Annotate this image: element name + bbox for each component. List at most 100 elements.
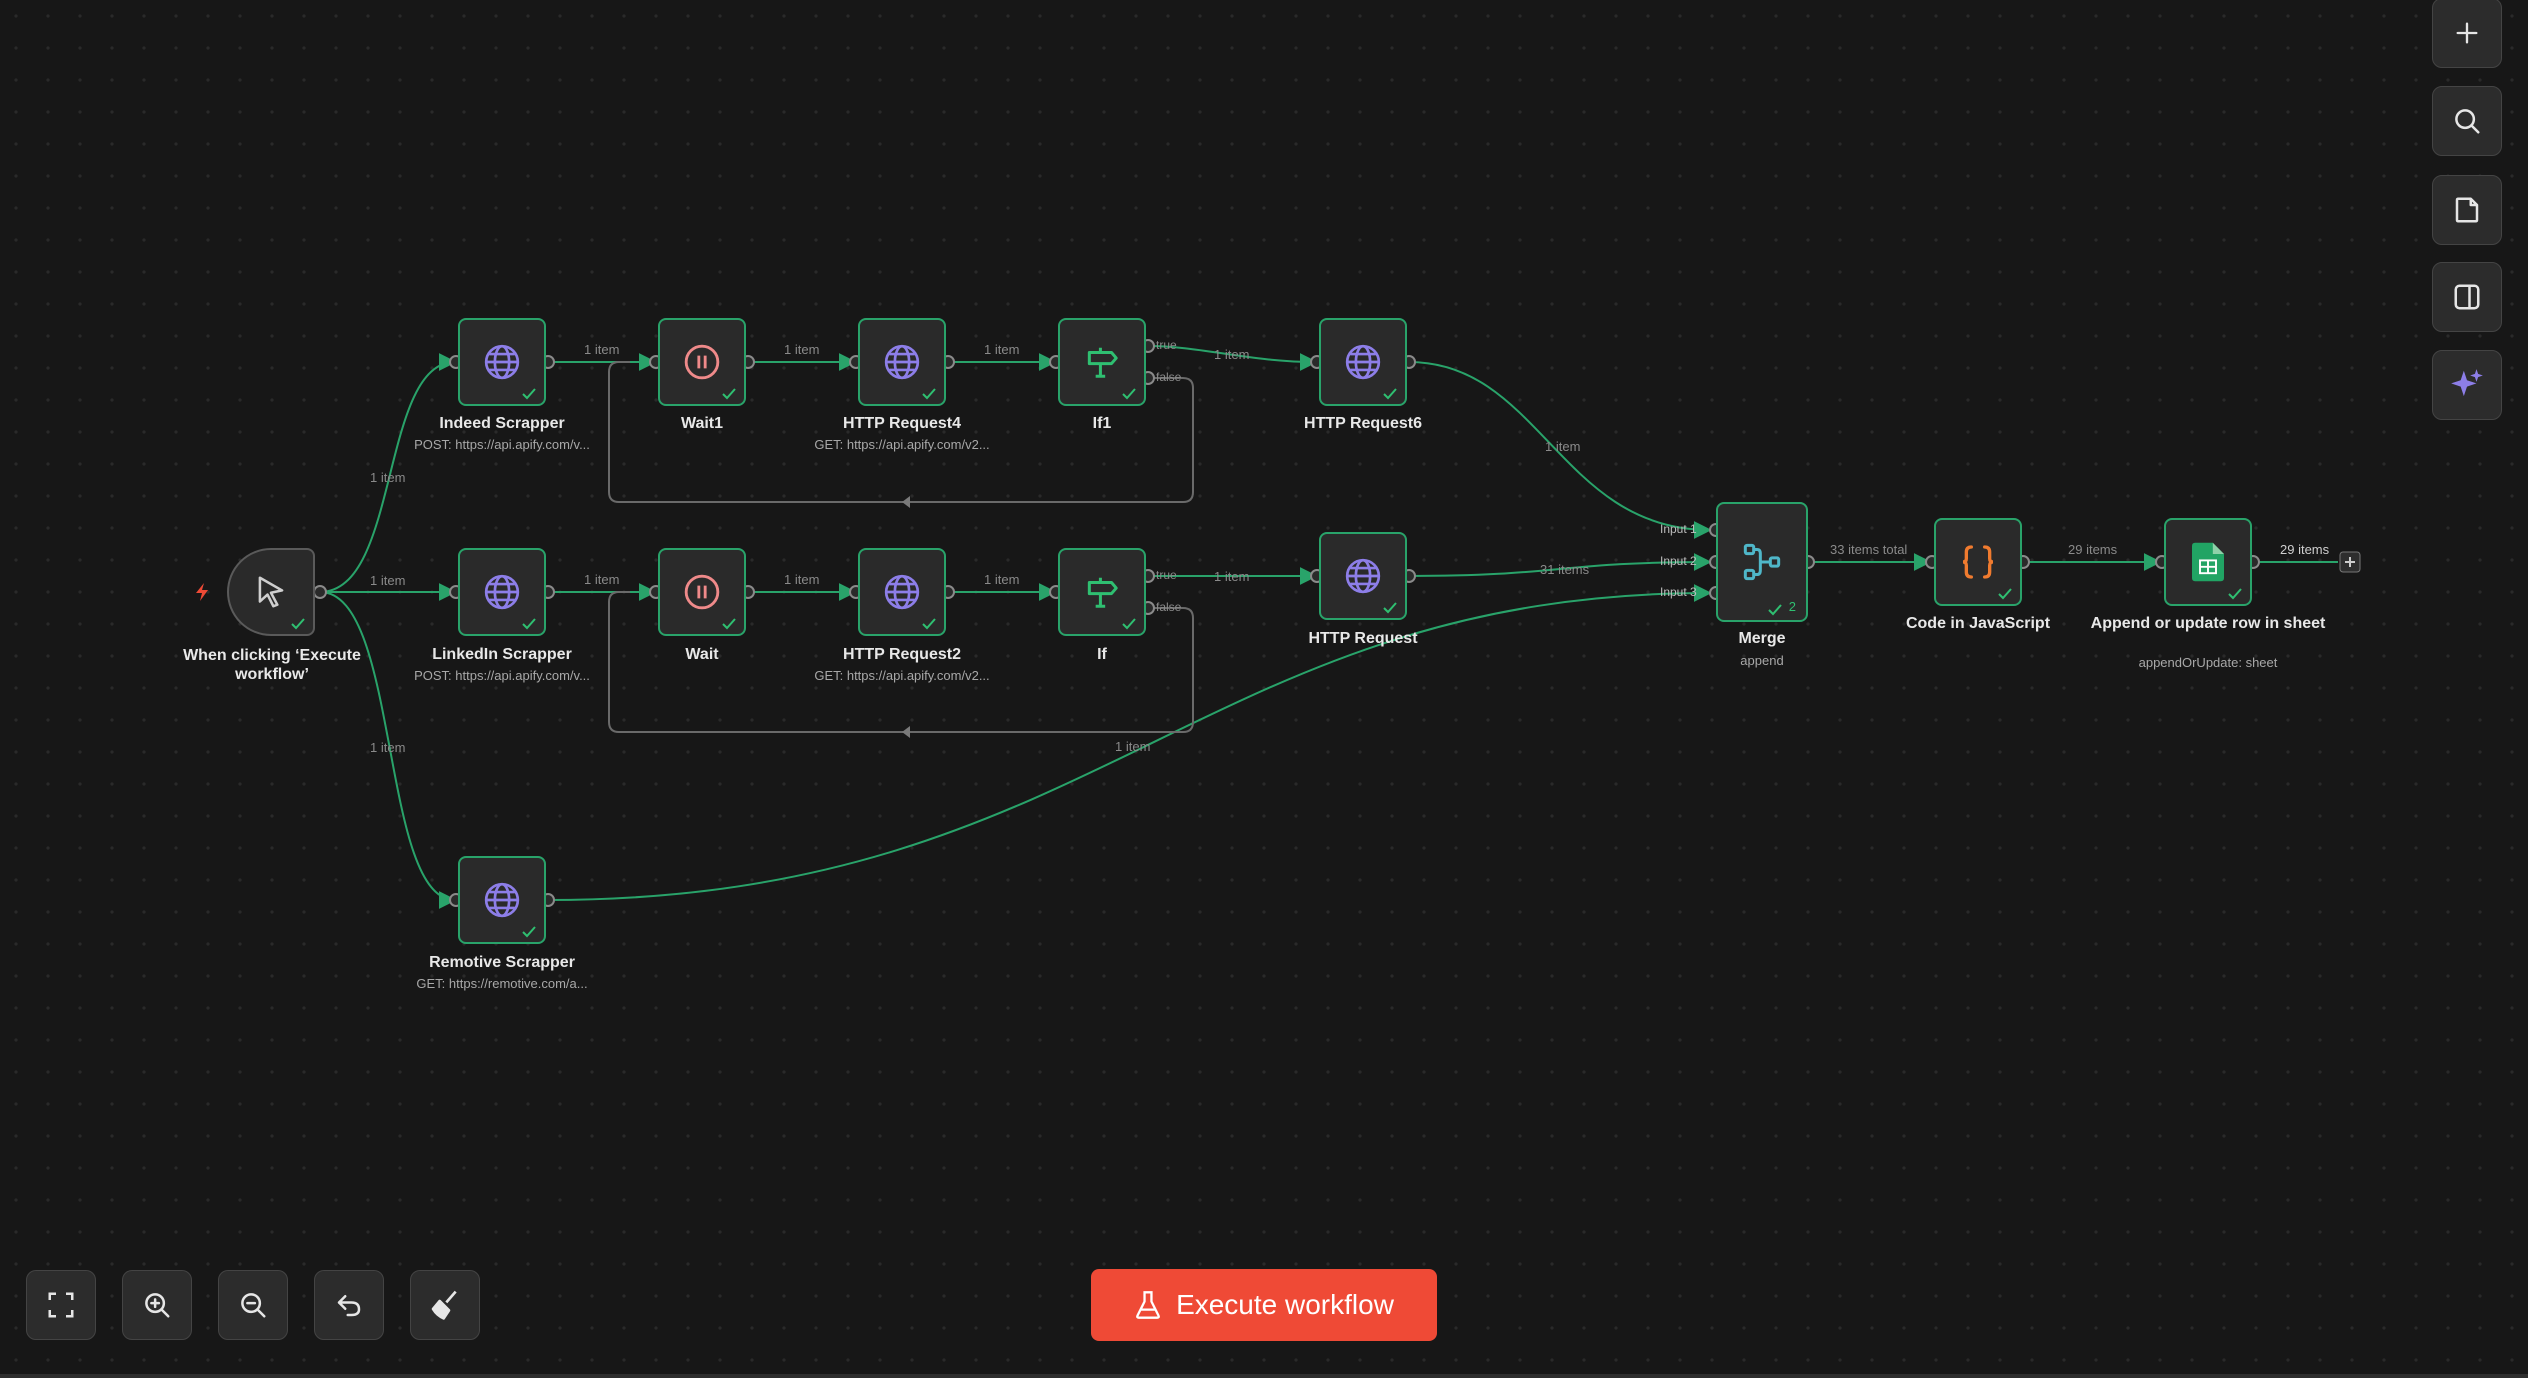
undo-icon <box>337 1295 361 1317</box>
clear-execution-icon <box>431 1290 457 1320</box>
node-label-merge: Merge <box>1738 630 1786 647</box>
signpost-icon <box>1087 347 1118 378</box>
node-wait1[interactable] <box>658 318 746 406</box>
globe-icon <box>484 344 520 380</box>
fit-view-icon <box>48 1292 74 1318</box>
plus-icon <box>2456 22 2478 44</box>
add-node-button[interactable] <box>2432 0 2502 68</box>
success-check-icon <box>922 388 936 400</box>
success-check-icon <box>291 618 305 630</box>
node-indeed-scrapper[interactable] <box>458 318 546 406</box>
globe-icon <box>484 574 520 610</box>
edge-label: 29 items <box>2068 542 2118 557</box>
edge-label: 33 items total <box>1830 542 1908 557</box>
node-label-code-javascript: Code in JavaScript <box>1905 615 2051 632</box>
globe-icon <box>884 574 920 610</box>
node-http-request[interactable] <box>1319 532 1407 620</box>
port-label-true: true <box>1156 338 1177 352</box>
success-check-icon <box>522 388 536 400</box>
node-subtitle-google-sheets: appendOrUpdate: sheet <box>2138 655 2278 670</box>
success-check-icon <box>1122 618 1136 630</box>
success-check-icon <box>1383 602 1397 614</box>
edge-label: 1 item <box>784 342 820 357</box>
edge-label: 1 item <box>984 572 1020 587</box>
edge-label: 1 item <box>984 342 1020 357</box>
success-check-icon <box>1383 388 1397 400</box>
zoom-out-icon <box>241 1293 266 1318</box>
node-http-request4[interactable] <box>858 318 946 406</box>
edge-label: 1 item <box>784 572 820 587</box>
node-merge[interactable]: 2 <box>1716 502 1808 622</box>
merge-input-label: Input 3 <box>1660 585 1697 599</box>
edge-label: 1 item <box>584 342 620 357</box>
node-label-remotive-scrapper: Remotive Scrapper <box>429 954 575 971</box>
success-check-icon <box>922 618 936 630</box>
node-label-manual-trigger: When clicking ‘Execute workflow’ <box>183 647 361 683</box>
port-label-false: false <box>1156 370 1182 384</box>
edge-label: 29 items <box>2280 542 2330 557</box>
node-subtitle-http-request4: GET: https://api.apify.com/v2... <box>814 437 990 452</box>
google-sheets-icon <box>2192 542 2224 582</box>
merge-icon <box>1743 543 1781 581</box>
node-http-request6[interactable] <box>1319 318 1407 406</box>
success-check-icon <box>1122 388 1136 400</box>
node-remotive-scrapper[interactable] <box>458 856 546 944</box>
fit-view-button[interactable] <box>26 1270 96 1340</box>
node-subtitle-indeed-scrapper: POST: https://api.apify.com/v... <box>414 437 590 452</box>
execute-workflow-button[interactable]: Execute workflow <box>1091 1269 1437 1341</box>
curly-braces-icon <box>1962 545 1994 579</box>
success-check-icon <box>722 618 736 630</box>
node-code-javascript[interactable] <box>1934 518 2022 606</box>
success-check-icon <box>522 926 536 938</box>
undo-button[interactable] <box>314 1270 384 1340</box>
node-linkedin-scrapper[interactable] <box>458 548 546 636</box>
status-bar-divider <box>0 1374 2528 1378</box>
trigger-lightning-icon <box>196 583 208 601</box>
port-label-false: false <box>1156 600 1182 614</box>
sticky-note-icon <box>2455 197 2479 223</box>
flask-icon <box>1136 1291 1160 1319</box>
zoom-out-button[interactable] <box>218 1270 288 1340</box>
edge-label: 1 item <box>370 573 406 588</box>
node-label-http-request6: HTTP Request6 <box>1304 415 1422 432</box>
add-node-plus-icon[interactable] <box>2339 551 2361 573</box>
search-icon <box>2455 109 2480 134</box>
success-check-icon <box>2228 588 2242 600</box>
run-count-badge: 2 <box>1788 599 1796 614</box>
success-check-icon <box>722 388 736 400</box>
node-wait[interactable] <box>658 548 746 636</box>
node-label-http-request: HTTP Request <box>1308 630 1418 647</box>
edge-label: 1 item <box>1545 439 1581 454</box>
merge-input-label: Input 1 <box>1660 522 1697 536</box>
edge-label: 1 item <box>370 740 406 755</box>
node-subtitle-merge: append <box>1740 653 1784 668</box>
cursor-icon <box>258 576 284 608</box>
node-subtitle-remotive-scrapper: GET: https://remotive.com/a... <box>416 976 588 991</box>
ai-assistant-button[interactable] <box>2432 350 2502 420</box>
node-if1[interactable] <box>1058 318 1146 406</box>
workflow-canvas[interactable] <box>0 0 2528 1378</box>
node-label-if: If <box>1097 646 1107 663</box>
zoom-in-button[interactable] <box>122 1270 192 1340</box>
node-label-if1: If1 <box>1092 415 1112 432</box>
node-http-request2[interactable] <box>858 548 946 636</box>
search-nodes-button[interactable] <box>2432 86 2502 156</box>
success-check-icon <box>1768 604 1782 616</box>
edge-label: 1 item <box>584 572 620 587</box>
pause-icon <box>684 574 720 610</box>
edge-label: 1 item <box>1214 569 1250 584</box>
node-label-google-sheets: Append or update row in sheet <box>2090 615 2326 632</box>
globe-icon <box>484 882 520 918</box>
node-manual-trigger[interactable] <box>227 548 315 636</box>
success-check-icon <box>1998 588 2012 600</box>
edge-label: 1 item <box>1115 739 1151 754</box>
node-subtitle-http-request2: GET: https://api.apify.com/v2... <box>814 668 990 683</box>
add-sticky-note-button[interactable] <box>2432 175 2502 245</box>
edge-label: 1 item <box>1214 347 1250 362</box>
execute-workflow-label: Execute workflow <box>1176 1289 1394 1320</box>
signpost-icon <box>1087 577 1118 608</box>
node-if[interactable] <box>1058 548 1146 636</box>
node-google-sheets[interactable] <box>2164 518 2252 606</box>
toggle-panel-button[interactable] <box>2432 262 2502 332</box>
clear-execution-button[interactable] <box>410 1270 480 1340</box>
